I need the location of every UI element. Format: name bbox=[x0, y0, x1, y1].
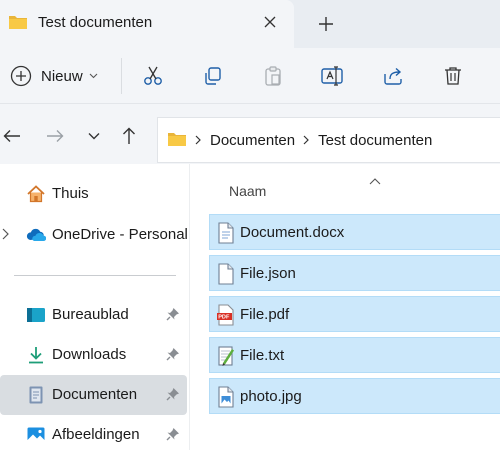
sidebar-item-documenten[interactable]: Documenten bbox=[0, 375, 187, 415]
download-icon bbox=[29, 347, 43, 364]
paste-icon[interactable] bbox=[256, 60, 290, 92]
chevron-right-icon[interactable] bbox=[303, 132, 309, 148]
file-name: File.txt bbox=[240, 347, 285, 364]
word-doc-icon bbox=[218, 222, 234, 244]
home-icon bbox=[27, 185, 45, 203]
sidebar-item-thuis[interactable]: Thuis bbox=[0, 174, 187, 214]
pin-icon[interactable] bbox=[166, 427, 180, 444]
sidebar-item-label: Thuis bbox=[52, 185, 89, 202]
sidebar-item-bureaublad[interactable]: Bureaublad bbox=[0, 295, 187, 335]
pin-icon[interactable] bbox=[166, 387, 180, 404]
share-icon[interactable] bbox=[376, 60, 410, 92]
desktop-icon bbox=[27, 308, 45, 322]
sidebar-item-onedrive[interactable]: OneDrive - Personal bbox=[0, 215, 188, 255]
tab-bar: Test documenten bbox=[0, 0, 500, 48]
pictures-icon bbox=[27, 427, 45, 443]
sidebar-item-label: Downloads bbox=[52, 346, 127, 363]
onedrive-cloud-icon bbox=[26, 228, 46, 241]
file-name: File.json bbox=[240, 265, 296, 282]
file-row-file-json[interactable]: File.json bbox=[209, 255, 500, 291]
pin-icon[interactable] bbox=[166, 307, 180, 324]
file-row-document-docx[interactable]: Document.docx bbox=[209, 214, 500, 250]
recent-locations-chevron-icon[interactable] bbox=[82, 124, 106, 148]
documents-icon bbox=[29, 386, 43, 404]
file-name: photo.jpg bbox=[240, 388, 302, 405]
image-file-icon bbox=[218, 386, 234, 408]
folder-icon bbox=[167, 130, 187, 151]
add-icon bbox=[10, 65, 32, 87]
sidebar-item-label: Bureaublad bbox=[52, 306, 129, 323]
breadcrumb-documenten[interactable]: Documenten bbox=[210, 132, 295, 149]
cut-icon[interactable] bbox=[136, 60, 170, 92]
svg-text:PDF: PDF bbox=[218, 315, 230, 321]
navigation-pane: Thuis OneDrive - Personal Bureaublad Dow… bbox=[0, 164, 190, 450]
new-tab-icon[interactable] bbox=[310, 9, 342, 39]
toolbar-divider bbox=[121, 58, 122, 94]
forward-arrow-icon[interactable] bbox=[43, 124, 67, 148]
sidebar-item-downloads[interactable]: Downloads bbox=[0, 335, 187, 375]
breadcrumb-test-documenten[interactable]: Test documenten bbox=[318, 132, 432, 149]
rename-icon[interactable] bbox=[315, 60, 349, 92]
new-button[interactable]: Nieuw bbox=[6, 60, 106, 92]
tab-test-documenten[interactable]: Test documenten bbox=[0, 0, 294, 48]
txt-file-icon bbox=[218, 346, 234, 366]
sidebar-item-label: OneDrive - Personal bbox=[52, 226, 188, 243]
command-bar: Nieuw bbox=[0, 48, 500, 104]
close-tab-icon[interactable] bbox=[256, 8, 284, 36]
delete-icon[interactable] bbox=[436, 60, 470, 92]
column-header-name[interactable]: Naam bbox=[229, 183, 266, 199]
tab-title: Test documenten bbox=[38, 14, 153, 31]
up-arrow-icon[interactable] bbox=[117, 124, 141, 148]
json-file-icon bbox=[218, 263, 234, 285]
address-bar[interactable]: Documenten Test documenten bbox=[157, 117, 500, 163]
sidebar-item-afbeeldingen[interactable]: Afbeeldingen bbox=[0, 415, 187, 450]
copy-icon[interactable] bbox=[196, 60, 230, 92]
file-name: Document.docx bbox=[240, 224, 345, 241]
back-arrow-icon[interactable] bbox=[0, 124, 24, 148]
sidebar-item-label: Afbeeldingen bbox=[52, 426, 140, 443]
file-row-file-txt[interactable]: File.txt bbox=[209, 337, 500, 373]
file-name: File.pdf bbox=[240, 306, 290, 323]
sort-ascending-icon bbox=[369, 172, 381, 188]
chevron-right-icon[interactable] bbox=[195, 132, 201, 148]
sidebar-item-label: Documenten bbox=[52, 386, 138, 403]
file-row-photo-jpg[interactable]: photo.jpg bbox=[209, 378, 500, 414]
folder-icon bbox=[8, 13, 28, 34]
new-button-label: Nieuw bbox=[41, 67, 83, 85]
file-row-file-pdf[interactable]: PDF File.pdf bbox=[209, 296, 500, 332]
sidebar-divider bbox=[14, 275, 176, 276]
pin-icon[interactable] bbox=[166, 347, 180, 364]
pdf-file-icon: PDF bbox=[217, 304, 234, 326]
chevron-down-icon bbox=[89, 73, 98, 79]
chevron-right-icon[interactable] bbox=[2, 227, 9, 243]
